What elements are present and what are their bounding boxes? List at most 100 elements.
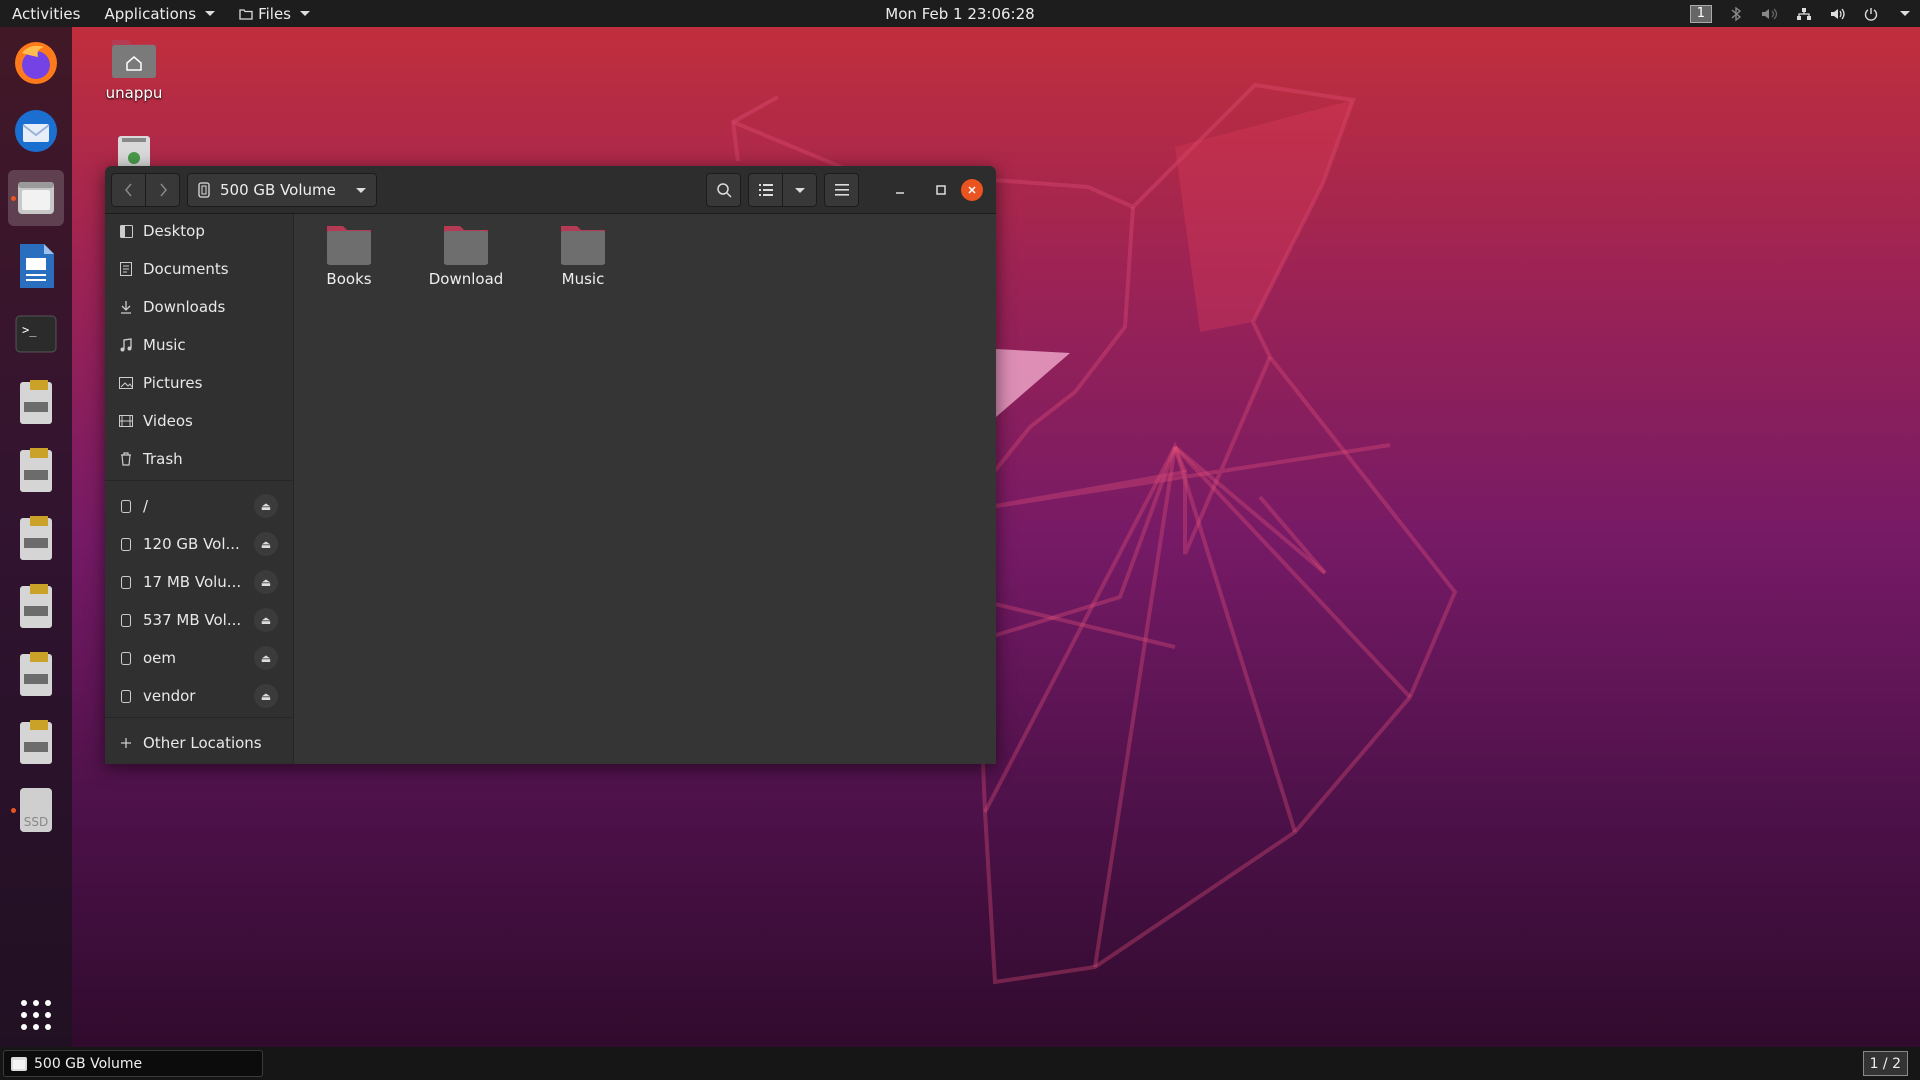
sidebar-item-music[interactable]: Music: [105, 328, 294, 362]
clock[interactable]: Mon Feb 1 23:06:28: [885, 0, 1034, 27]
sidebar-item-trash[interactable]: Trash: [105, 442, 294, 476]
desktop-home-folder[interactable]: unappu: [89, 36, 179, 102]
sidebar-device-vendor[interactable]: vendor ⏏: [105, 679, 294, 713]
applications-menu[interactable]: Applications: [92, 0, 227, 27]
chevron-left-icon: [124, 183, 132, 197]
view-options-button[interactable]: [782, 173, 817, 207]
location-button[interactable]: 500 GB Volume: [187, 173, 377, 207]
eject-icon[interactable]: ⏏: [254, 684, 278, 708]
clock-label: Mon Feb 1 23:06:28: [885, 4, 1035, 23]
sidebar-item-documents[interactable]: Documents: [105, 252, 294, 286]
menu-button[interactable]: [824, 173, 859, 207]
firefox-icon: [15, 42, 57, 84]
sidebar-item-other-locations[interactable]: Other Locations: [105, 726, 294, 760]
sidebar-item-videos[interactable]: Videos: [105, 404, 294, 438]
workspace-pager[interactable]: 1 / 2: [1862, 1051, 1908, 1076]
minimize-button[interactable]: [890, 180, 910, 200]
eject-icon[interactable]: ⏏: [254, 570, 278, 594]
taskbar-window-label: 500 GB Volume: [34, 1055, 143, 1072]
files-icon: [11, 1056, 27, 1071]
sidebar: Desktop Documents Downloads Music Pictur…: [105, 214, 294, 764]
dock-terminal[interactable]: >_: [8, 306, 64, 362]
show-applications-button[interactable]: [8, 987, 64, 1043]
drive-icon: [20, 448, 52, 492]
dock-ssd[interactable]: SSD: [8, 782, 64, 838]
activities-button[interactable]: Activities: [0, 0, 92, 27]
sidebar-divider: [105, 717, 294, 718]
sidebar-item-label: Desktop: [143, 222, 205, 240]
maximize-button[interactable]: [931, 180, 951, 200]
drive-icon: [119, 575, 133, 589]
system-menu-chevron-icon[interactable]: [1900, 11, 1910, 16]
workspace-indicator[interactable]: 1: [1689, 4, 1712, 23]
folder-icon: [327, 226, 371, 265]
bottom-panel: 500 GB Volume 1 / 2: [0, 1047, 1920, 1080]
sidebar-item-label: Videos: [143, 412, 193, 430]
sidebar-item-downloads[interactable]: Downloads: [105, 290, 294, 324]
drive-icon: [20, 516, 52, 560]
drive-icon: [119, 651, 133, 665]
folder-label: Download: [428, 270, 504, 288]
sidebar-divider: [105, 480, 294, 481]
minimize-icon: [896, 192, 904, 194]
close-button[interactable]: [961, 179, 983, 201]
top-bar: Activities Applications Files Mon Feb 1 …: [0, 0, 1920, 27]
drive-icon: [20, 652, 52, 696]
files-icon: [18, 182, 54, 214]
folder-item-books[interactable]: Books: [299, 224, 399, 288]
sidebar-item-desktop[interactable]: Desktop: [105, 214, 294, 248]
chevron-down-icon: [300, 11, 310, 16]
folder-item-music[interactable]: Music: [533, 224, 633, 288]
dock-firefox[interactable]: [8, 35, 64, 91]
drive-icon: [198, 182, 210, 198]
sidebar-device-root[interactable]: / ⏏: [105, 489, 294, 523]
sidebar-device-120gb[interactable]: 120 GB Vol... ⏏: [105, 527, 294, 561]
drive-icon: [119, 537, 133, 551]
documents-icon: [119, 262, 133, 276]
terminal-icon: >_: [15, 315, 57, 353]
folder-item-download[interactable]: Download: [416, 224, 516, 288]
eject-icon[interactable]: ⏏: [254, 608, 278, 632]
sidebar-device-17mb[interactable]: 17 MB Volu... ⏏: [105, 565, 294, 599]
dock-drive-2[interactable]: [8, 442, 64, 498]
drive-icon: [20, 720, 52, 764]
drive-icon: [20, 380, 52, 424]
libreoffice-writer-icon: [20, 244, 54, 288]
volume-muted-icon[interactable]: [1760, 7, 1778, 21]
desktop-trash[interactable]: [89, 134, 179, 168]
forward-button[interactable]: [145, 173, 180, 207]
network-icon[interactable]: [1796, 7, 1812, 21]
bluetooth-icon[interactable]: [1730, 6, 1742, 22]
eject-icon[interactable]: ⏏: [254, 532, 278, 556]
power-icon[interactable]: [1864, 7, 1878, 21]
dock-drive-1[interactable]: [8, 374, 64, 430]
dock-writer[interactable]: [8, 238, 64, 294]
dock-thunderbird[interactable]: [8, 103, 64, 159]
folder-icon: [561, 226, 605, 265]
dock-drive-6[interactable]: [8, 714, 64, 770]
chevron-right-icon: [159, 183, 167, 197]
dock: >_ SSD: [0, 27, 72, 1047]
pictures-icon: [119, 376, 133, 390]
dock-drive-4[interactable]: [8, 578, 64, 634]
sidebar-item-pictures[interactable]: Pictures: [105, 366, 294, 400]
back-button[interactable]: [111, 173, 146, 207]
dock-drive-5[interactable]: [8, 646, 64, 702]
dock-drive-3[interactable]: [8, 510, 64, 566]
eject-icon[interactable]: ⏏: [254, 646, 278, 670]
search-button[interactable]: [706, 173, 741, 207]
dock-files[interactable]: [8, 170, 64, 226]
files-app-menu[interactable]: Files: [227, 0, 322, 27]
view-list-button[interactable]: [748, 173, 783, 207]
eject-icon[interactable]: ⏏: [254, 494, 278, 518]
sidebar-item-label: Other Locations: [143, 734, 262, 752]
chevron-down-icon: [355, 187, 366, 193]
drive-icon: [119, 499, 133, 513]
sidebar-device-537mb[interactable]: 537 MB Vol... ⏏: [105, 603, 294, 637]
files-window: 500 GB Volume Desktop Documents Download…: [105, 166, 996, 764]
sidebar-device-oem[interactable]: oem ⏏: [105, 641, 294, 675]
speaker-icon[interactable]: [1830, 7, 1846, 21]
sidebar-item-label: /: [143, 497, 149, 515]
taskbar-window-button[interactable]: 500 GB Volume: [3, 1050, 263, 1077]
sidebar-item-label: oem: [143, 649, 177, 667]
